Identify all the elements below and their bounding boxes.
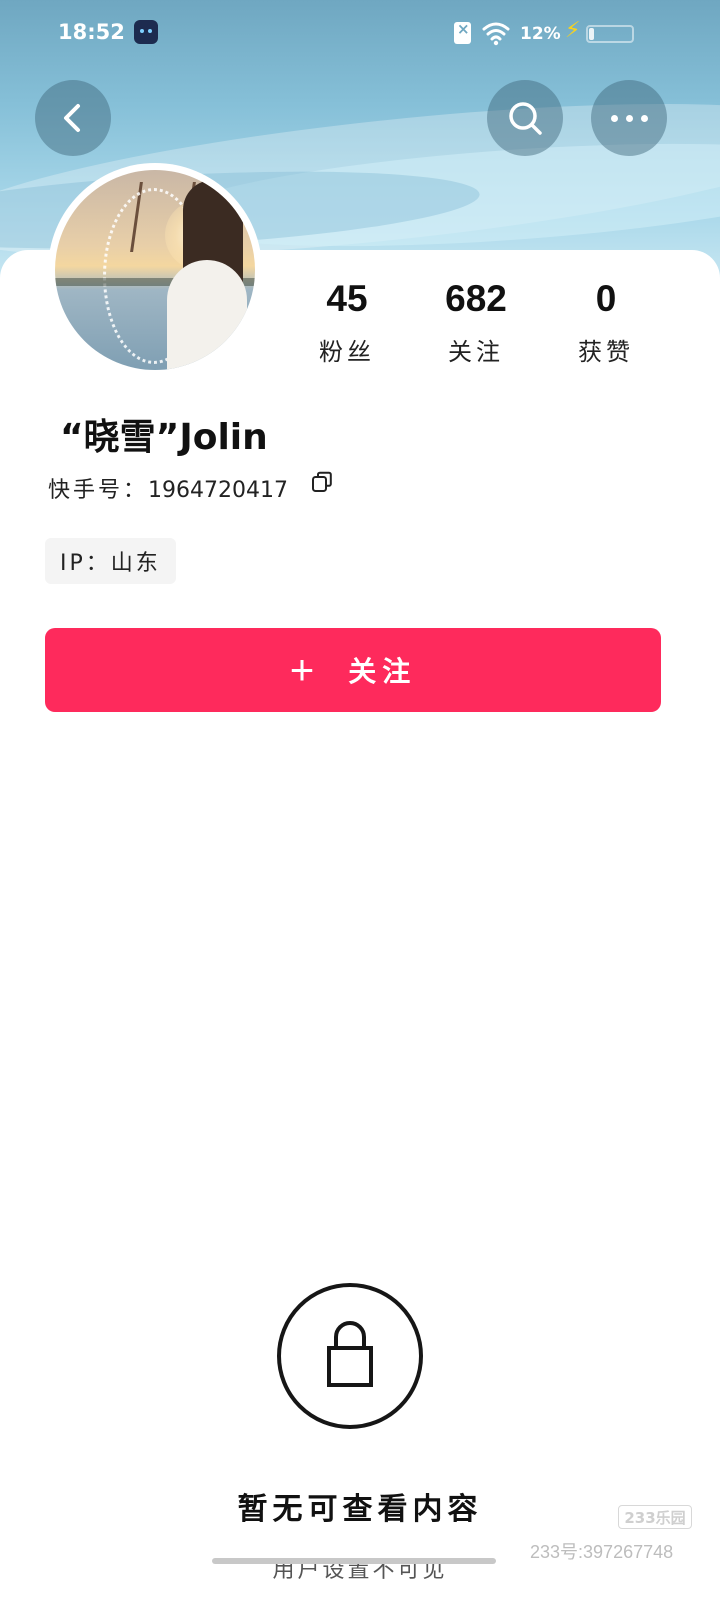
account-id-row: 快手号：1964720417 (48, 472, 288, 504)
app-notification-icon (134, 20, 158, 44)
stat-value: 45 (326, 278, 368, 319)
back-button[interactable] (35, 80, 111, 156)
stat-label: 关注 (448, 338, 504, 366)
watermark-text: 233号:397267748 (530, 1542, 674, 1562)
stat-fans[interactable]: 45 粉丝 (287, 278, 407, 367)
avatar-photo (55, 170, 255, 370)
wifi-icon (482, 22, 510, 46)
lock-icon (327, 1321, 373, 1387)
ip-location-text: IP：山东 (60, 551, 161, 576)
follow-button[interactable]: + 关注 (45, 628, 661, 712)
more-dots-icon (610, 114, 648, 122)
search-button[interactable] (487, 80, 563, 156)
battery-icon (586, 25, 634, 43)
stat-label: 获赞 (578, 338, 634, 366)
lock-badge (277, 1283, 423, 1429)
stat-likes[interactable]: 0 获赞 (546, 278, 666, 367)
account-id-label: 快手号： (48, 478, 149, 503)
profile-name: “晓雪”Jolin (60, 417, 268, 458)
plus-icon: + (289, 646, 315, 693)
more-options-button[interactable] (591, 80, 667, 156)
avatar[interactable] (48, 163, 262, 377)
chevron-left-icon (64, 104, 80, 132)
search-icon (509, 102, 542, 135)
follow-button-label: 关注 (348, 656, 417, 687)
status-time: 18:52 (58, 20, 125, 44)
ip-location-tag: IP：山东 (45, 538, 176, 584)
watermark-logo: 233乐园 (618, 1505, 692, 1529)
charging-icon: ⚡ (565, 18, 581, 43)
no-sim-icon (454, 20, 471, 44)
empty-state-title: 暂无可查看内容 (237, 1492, 483, 1527)
account-id-value: 1964720417 (148, 478, 288, 503)
stat-value: 682 (445, 278, 507, 319)
battery-percentage: 12% (520, 24, 561, 44)
copy-icon[interactable] (310, 470, 334, 494)
stat-label: 粉丝 (319, 338, 375, 366)
home-indicator[interactable] (212, 1558, 496, 1564)
stat-value: 0 (595, 278, 617, 319)
stat-following[interactable]: 682 关注 (416, 278, 536, 367)
status-bar: 18:52 12% ⚡ (0, 0, 720, 68)
